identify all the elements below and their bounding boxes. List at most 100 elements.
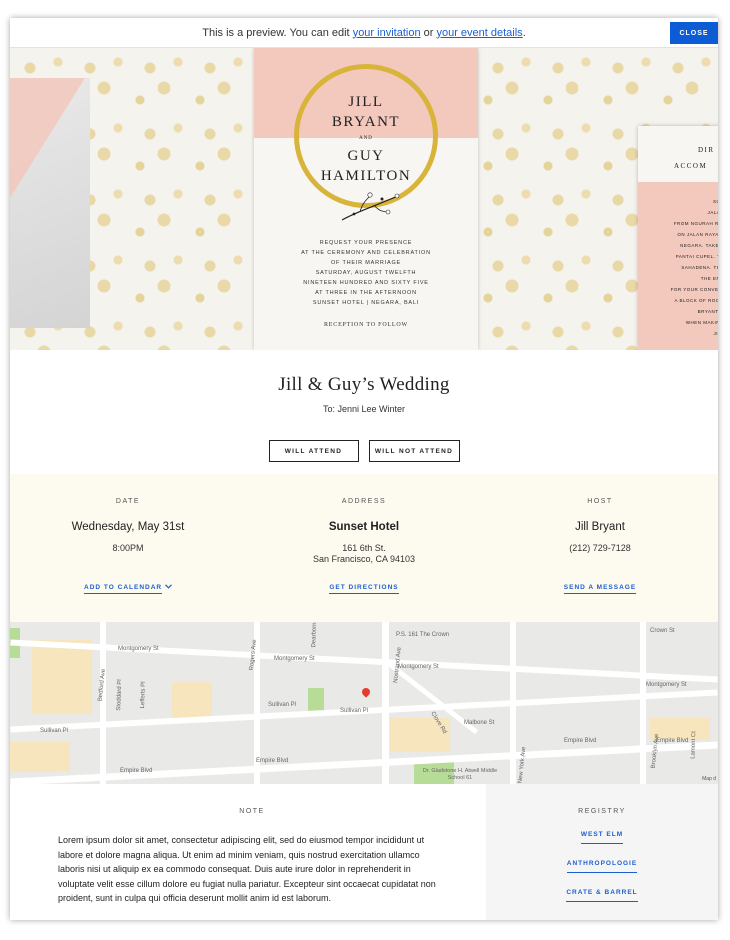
preview-window: This is a preview. You can edit your inv…	[10, 18, 718, 920]
directions-line: FOR YOUR CONVENI	[670, 287, 718, 292]
chevron-down-icon	[165, 584, 172, 589]
card-name-line: HAMILTON	[320, 168, 412, 184]
map-road	[510, 622, 516, 784]
card-name-line: JILL	[348, 94, 384, 110]
preview-text-end: .	[522, 26, 526, 39]
map-label: Dr. Gladstone H. Atwell Middle School 61	[422, 768, 498, 781]
add-to-calendar-button[interactable]: ADD TO CALENDAR	[10, 584, 246, 594]
directions-line: SAHADENA. THE	[681, 265, 718, 270]
map-label: Montgomery St	[646, 682, 687, 688]
card-name-line: BRYANT	[331, 114, 401, 130]
venue-address: 161 6th St. San Francisco, CA 94103	[246, 543, 482, 565]
address-column: ADDRESS Sunset Hotel 161 6th St. San Fra…	[246, 474, 482, 622]
card-name-line: GUY	[347, 148, 385, 164]
event-time: 8:00PM	[112, 543, 144, 553]
registry-link-crate-barrel[interactable]: CRATE & BARREL	[486, 889, 718, 902]
map-label: Montgomery St	[398, 664, 439, 670]
event-header: Jill & Guy’s Wedding To: Jenni Lee Winte…	[10, 350, 718, 474]
map-label: Lefferts Pl	[139, 681, 147, 709]
map-label: Crown St	[650, 628, 675, 634]
couple-names: JILL BRYANT AND GUY HAMILTON	[254, 92, 478, 186]
registry-link-anthropologie[interactable]: ANTHROPOLOGIE	[486, 860, 718, 873]
directions-line: JILL	[713, 331, 718, 336]
card-and: AND	[359, 136, 373, 141]
map-area	[10, 742, 70, 772]
event-title: Jill & Guy’s Wedding	[278, 374, 450, 395]
event-date: Wednesday, May 31st	[71, 521, 185, 533]
map-label: Empire Blvd	[256, 758, 289, 764]
note-label: NOTE	[239, 808, 265, 815]
map-road	[382, 622, 389, 784]
preview-text-middle: or	[420, 26, 437, 39]
map-label: Sullivan Pl	[340, 708, 369, 714]
map-label: Empire Blvd	[120, 768, 153, 774]
card-detail-line: SUNSET HOTEL | NEGARA, BALI	[312, 300, 420, 306]
directions-line: BRYANT-H	[697, 309, 718, 314]
card-detail-line: REQUEST YOUR PRESENCE	[319, 240, 413, 246]
card-detail-line: NINETEEN HUNDRED AND SIXTY FIVE	[303, 280, 429, 286]
map-label: Montgomery St	[118, 646, 159, 652]
map-area	[32, 640, 92, 714]
directions-line: SUN	[712, 199, 718, 204]
preview-text-start: This is a preview. You can edit	[202, 26, 353, 39]
map-label: Lamont Ct	[690, 731, 698, 759]
card-detail-line: AT THE CEREMONY AND CELEBRATION	[301, 250, 431, 256]
date-label: DATE	[115, 498, 141, 505]
host-name: Jill Bryant	[575, 521, 625, 533]
event-info-band: DATE Wednesday, May 31st 8:00PM ADD TO C…	[10, 474, 718, 622]
map-label: Malbone St	[464, 720, 495, 726]
map-label: Dearborn	[311, 622, 318, 648]
venue-street: 161 6th St.	[342, 543, 386, 553]
get-directions-link[interactable]: GET DIRECTIONS	[246, 584, 482, 594]
will-not-attend-button[interactable]: WILL NOT ATTEND	[368, 440, 460, 462]
invitation-card: JILL BRYANT AND GUY HAMILTON REQUEST YOU…	[254, 48, 478, 350]
envelope-liner	[10, 78, 85, 198]
map-label: Sullivan Pl	[268, 702, 297, 708]
registry-label: REGISTRY	[578, 808, 626, 815]
map-label: Stoddard Pl	[116, 679, 124, 711]
close-button[interactable]: CLOSE	[670, 22, 718, 44]
directions-card-subtitle: ACCOM	[674, 162, 708, 170]
map-label: Sullivan Pl	[40, 728, 69, 734]
venue-city: San Francisco, CA 94103	[312, 554, 416, 564]
registry-section: REGISTRY WEST ELM ANTHROPOLOGIE CRATE & …	[486, 784, 718, 920]
date-column: DATE Wednesday, May 31st 8:00PM ADD TO C…	[10, 474, 246, 622]
blossom-branch-icon	[341, 192, 400, 221]
directions-card-text: SUN JALAN FROM NGURAH RAI ON JALAN RAYA …	[638, 196, 718, 339]
address-label: ADDRESS	[341, 498, 387, 505]
note-section: NOTE Lorem ipsum dolor sit amet, consect…	[10, 784, 486, 920]
edit-invitation-link[interactable]: your invitation	[353, 27, 421, 39]
preview-bar: This is a preview. You can edit your inv…	[10, 18, 718, 48]
card-details: REQUEST YOUR PRESENCE AT THE CEREMONY AN…	[254, 238, 478, 330]
directions-line: FROM NGURAH RAI	[673, 221, 718, 226]
invitation-hero: JILL BRYANT AND GUY HAMILTON REQUEST YOU…	[10, 48, 718, 350]
map-road	[640, 622, 646, 784]
directions-line: PANTAI CUPEL. TH	[675, 254, 718, 259]
bottom-section: NOTE Lorem ipsum dolor sit amet, consect…	[10, 784, 718, 920]
host-column: HOST Jill Bryant (212) 729-7128 SEND A M…	[482, 474, 718, 622]
guest-name: To: Jenni Lee Winter	[322, 404, 406, 414]
host-phone: (212) 729-7128	[569, 543, 631, 553]
location-map[interactable]: P.S. 161 The Crown Crown St Montgomery S…	[10, 622, 718, 784]
registry-link-label: ANTHROPOLOGIE	[566, 860, 638, 873]
registry-link-west-elm[interactable]: WEST ELM	[486, 831, 718, 844]
rsvp-buttons: WILL ATTEND WILL NOT ATTEND	[10, 440, 718, 462]
map-label: Empire Blvd	[564, 738, 597, 744]
host-label: HOST	[587, 498, 613, 505]
registry-link-label: CRATE & BARREL	[566, 889, 638, 902]
send-message-label: SEND A MESSAGE	[563, 584, 637, 594]
card-detail-line: OF THEIR MARRIAGE	[330, 260, 402, 266]
add-to-calendar-label: ADD TO CALENDAR	[84, 584, 163, 594]
edit-event-details-link[interactable]: your event details	[436, 27, 522, 39]
note-text: Lorem ipsum dolor sit amet, consectetur …	[58, 835, 436, 903]
send-message-link[interactable]: SEND A MESSAGE	[482, 584, 718, 594]
get-directions-label: GET DIRECTIONS	[329, 584, 399, 594]
envelope-image	[10, 78, 90, 328]
card-reception: RECEPTION TO FOLLOW	[324, 322, 408, 328]
will-attend-button[interactable]: WILL ATTEND	[268, 440, 359, 462]
directions-line: A BLOCK OF ROOM	[674, 298, 718, 303]
registry-link-label: WEST ELM	[580, 831, 624, 844]
map-label: P.S. 161 The Crown	[396, 632, 450, 638]
venue-name: Sunset Hotel	[328, 521, 400, 533]
map-attribution: Map d	[702, 776, 716, 782]
